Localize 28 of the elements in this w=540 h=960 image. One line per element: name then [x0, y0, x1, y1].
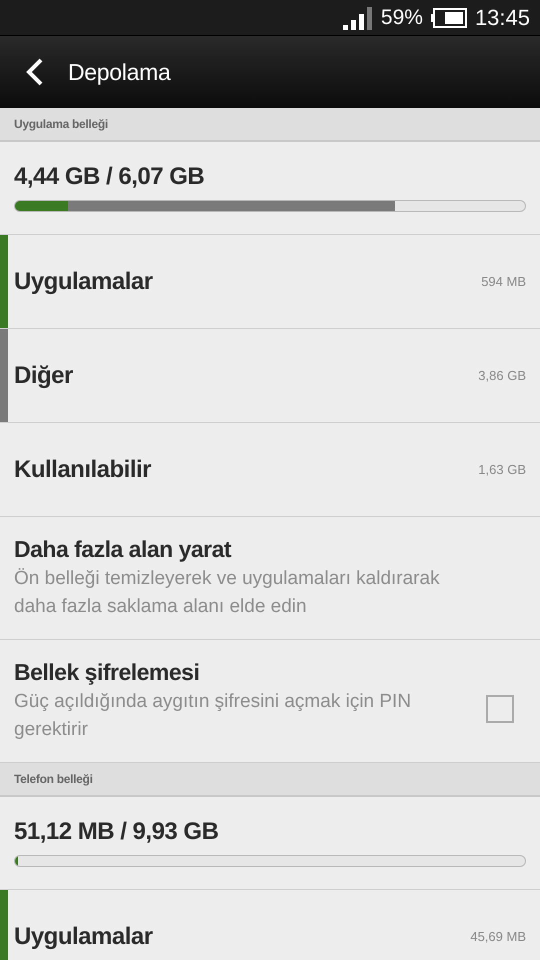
setting-title: Bellek şifrelemesi — [14, 658, 200, 687]
category-size: 1,63 GB — [478, 460, 526, 479]
usage-text: 51,12 MB / 9,93 GB — [14, 817, 220, 847]
section-title: Telefon belleği — [14, 771, 93, 788]
category-size: 594 MB — [481, 272, 526, 291]
category-row[interactable]: Diğer 3,86 GB — [0, 329, 540, 423]
category-label: Uygulamalar — [14, 922, 154, 952]
section-title: Uygulama belleği — [14, 116, 108, 133]
battery-percent: 59% — [380, 4, 423, 31]
category-row[interactable]: Uygulamalar 594 MB — [0, 235, 540, 329]
clock: 13:45 — [474, 4, 530, 32]
action-row[interactable]: Daha fazla alan yarat Ön belleği temizleyerek ve uygulamaları kaldırarak daha fazla saklama alanı elde edin — [0, 517, 540, 640]
category-size: 3,86 GB — [478, 366, 526, 385]
action-title: Daha fazla alan yarat — [14, 535, 232, 564]
page-title: Depolama — [68, 58, 170, 87]
category-row[interactable]: Uygulamalar 45,69 MB — [0, 890, 540, 960]
category-label: Kullanılabilir — [14, 454, 152, 484]
back-icon — [24, 57, 44, 87]
category-size: 45,69 MB — [470, 928, 526, 946]
category-label: Uygulamalar — [14, 266, 154, 296]
checkbox[interactable] — [486, 695, 514, 723]
usage-text: 4,44 GB / 6,07 GB — [14, 162, 206, 192]
category-row[interactable]: Kullanılabilir 1,63 GB — [0, 423, 540, 517]
action-description: Ön belleği temizleyerek ve uygulamaları kaldırarak daha fazla saklama alanı elde edin — [14, 567, 441, 619]
setting-description: Güç açıldığında aygıtın şifresini açmak için PIN gerektirir — [14, 690, 412, 742]
battery-icon — [430, 8, 467, 28]
category-label: Diğer — [14, 360, 74, 390]
signal-icon — [342, 6, 373, 30]
